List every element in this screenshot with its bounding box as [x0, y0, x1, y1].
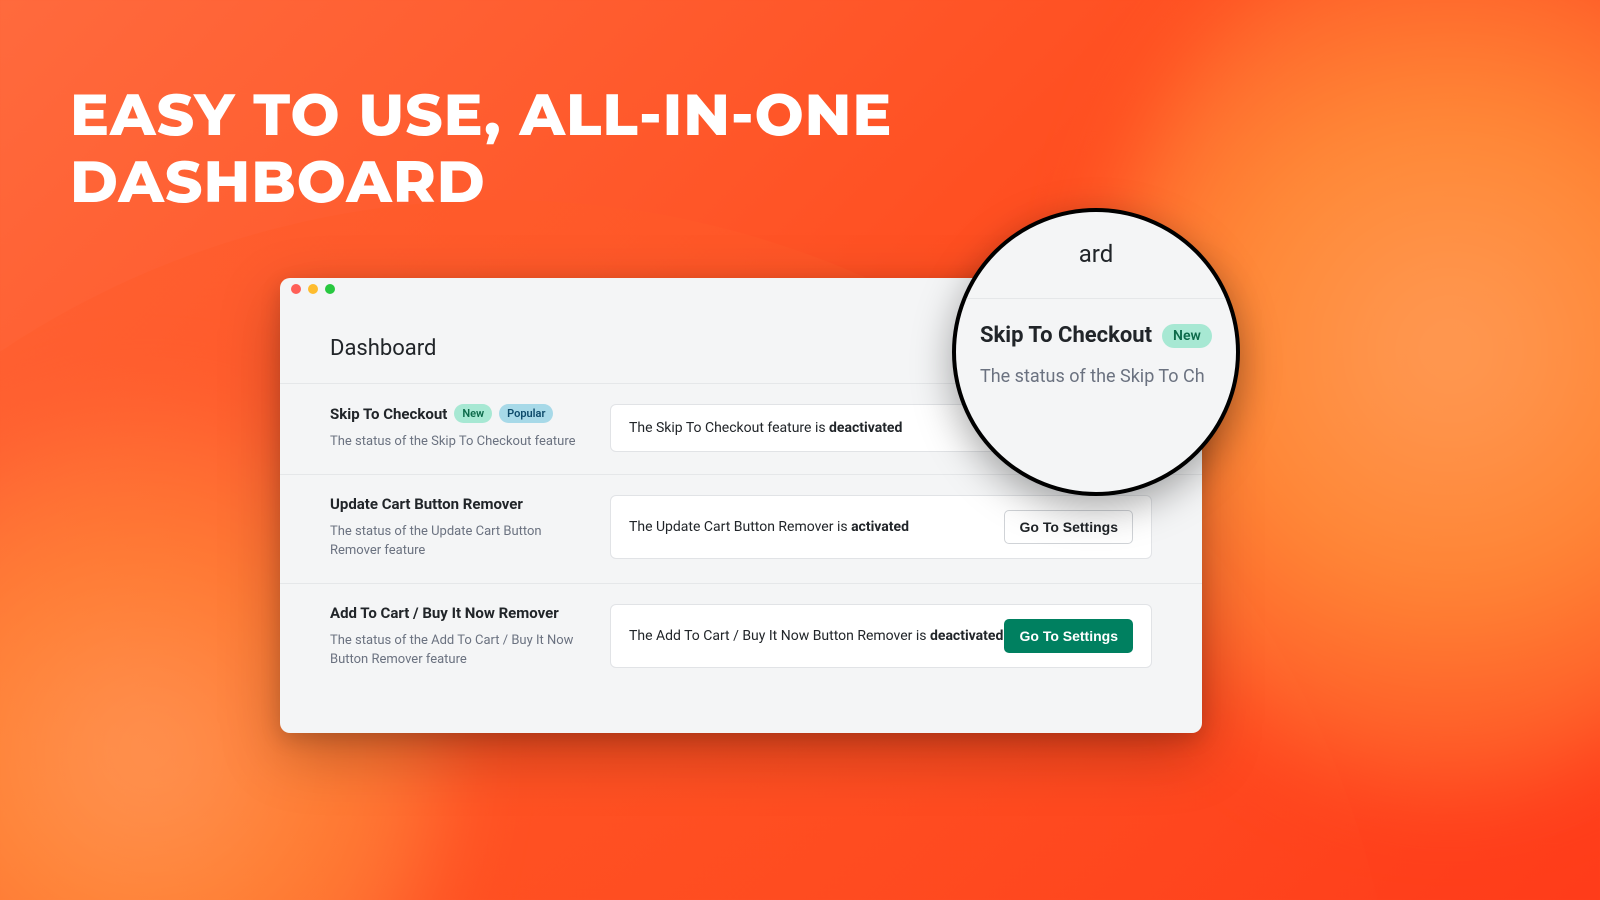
- headline-line1: EASY TO USE, ALL-IN-ONE: [70, 79, 892, 150]
- feature-status-text: The Add To Cart / Buy It Now Button Remo…: [629, 628, 1003, 644]
- status-prefix: The Update Cart Button Remover is: [629, 519, 851, 535]
- feature-status-text: The Skip To Checkout feature is deactiva…: [629, 420, 902, 436]
- marketing-headline: EASY TO USE, ALL-IN-ONE DASHBOARD: [0, 0, 1600, 215]
- status-prefix: The Skip To Checkout feature is: [629, 420, 829, 436]
- feature-title: Update Cart Button Remover: [330, 495, 580, 513]
- feature-title: Skip To Checkout New Popular: [330, 404, 580, 423]
- feature-subtitle: The status of the Update Cart Button Rem…: [330, 523, 580, 561]
- badge-popular: Popular: [499, 404, 553, 423]
- feature-status-text: The Update Cart Button Remover is activa…: [629, 519, 909, 535]
- magnifier-fragment-text: ard: [980, 240, 1212, 268]
- feature-subtitle: The status of the Skip To Checkout featu…: [330, 433, 580, 452]
- feature-status-card: The Update Cart Button Remover is activa…: [610, 495, 1152, 559]
- feature-status-card: The Add To Cart / Buy It Now Button Remo…: [610, 604, 1152, 668]
- badge-new: New: [454, 404, 492, 423]
- feature-row-add-to-cart-remover: Add To Cart / Buy It Now Remover The sta…: [280, 583, 1202, 692]
- feature-title-text: Add To Cart / Buy It Now Remover: [330, 604, 559, 622]
- window-close-icon[interactable]: [291, 284, 301, 294]
- status-word: activated: [851, 519, 909, 535]
- feature-subtitle: The status of the Add To Cart / Buy It N…: [330, 632, 580, 670]
- window-zoom-icon[interactable]: [325, 284, 335, 294]
- status-word: deactivated: [930, 628, 1003, 644]
- feature-title-text: Skip To Checkout: [330, 405, 447, 423]
- window-minimize-icon[interactable]: [308, 284, 318, 294]
- magnifier-title-text: Skip To Checkout: [980, 323, 1152, 348]
- headline-line2: DASHBOARD: [70, 146, 486, 217]
- magnifier-subtitle: The status of the Skip To Ch: [980, 366, 1212, 387]
- status-word: deactivated: [829, 420, 902, 436]
- magnifier-feature-title: Skip To Checkout New: [980, 323, 1212, 348]
- feature-title: Add To Cart / Buy It Now Remover: [330, 604, 580, 622]
- go-to-settings-button[interactable]: Go To Settings: [1004, 510, 1133, 544]
- magnifier-badge-new: New: [1162, 324, 1212, 348]
- status-prefix: The Add To Cart / Buy It Now Button Remo…: [629, 628, 930, 644]
- go-to-settings-button[interactable]: Go To Settings: [1004, 619, 1133, 653]
- feature-title-text: Update Cart Button Remover: [330, 495, 523, 513]
- magnifier-overlay: ard Skip To Checkout New The status of t…: [952, 208, 1240, 496]
